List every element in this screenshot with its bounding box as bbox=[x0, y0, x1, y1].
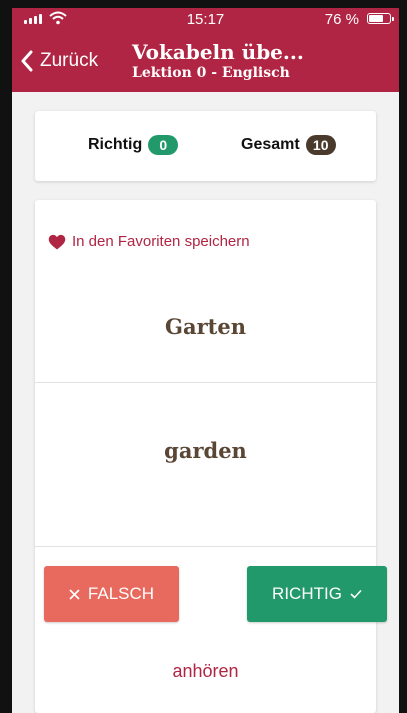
listen-button[interactable]: anhören bbox=[35, 661, 376, 682]
page-title: Vokabeln übe... bbox=[132, 40, 304, 64]
card-divider bbox=[35, 382, 376, 383]
battery-fill bbox=[369, 15, 384, 22]
total-score: Gesamt 10 bbox=[241, 135, 336, 155]
total-count-badge: 10 bbox=[305, 135, 336, 155]
answer-word: garden bbox=[164, 438, 247, 463]
right-button[interactable]: RICHTIG bbox=[247, 566, 387, 622]
header-titles: Vokabeln übe... Lektion 0 - Englisch bbox=[132, 40, 304, 82]
wrong-label: FALSCH bbox=[87, 584, 155, 603]
score-card: Richtig 0 Gesamt 10 bbox=[35, 111, 376, 181]
back-label: Zurück bbox=[40, 50, 99, 71]
right-label: RICHTIG bbox=[272, 584, 342, 603]
battery-percentage: 76 % bbox=[324, 11, 359, 28]
close-icon bbox=[69, 588, 80, 600]
favorite-label: In den Favoriten speichern bbox=[72, 233, 250, 250]
correct-count-badge: 0 bbox=[148, 135, 179, 155]
total-label: Gesamt bbox=[241, 136, 300, 153]
status-bar: 15:17 76 % bbox=[12, 8, 399, 30]
question-word: Garten bbox=[165, 314, 246, 339]
page-subtitle: Lektion 0 - Englisch bbox=[132, 65, 290, 81]
battery-icon bbox=[367, 13, 394, 24]
battery-nub bbox=[392, 17, 394, 21]
heart-icon bbox=[48, 234, 66, 249]
check-icon bbox=[350, 589, 362, 599]
chevron-left-icon bbox=[21, 50, 33, 72]
correct-score: Richtig 0 bbox=[88, 135, 179, 155]
correct-label: Richtig bbox=[88, 136, 143, 153]
favorite-button[interactable]: In den Favoriten speichern bbox=[48, 233, 250, 250]
app-screen: 15:17 76 % Zurück Vokabeln übe... Lektio… bbox=[12, 8, 399, 713]
card-divider bbox=[35, 546, 376, 547]
app-header: 15:17 76 % Zurück Vokabeln übe... Lektio… bbox=[12, 8, 399, 92]
back-button[interactable]: Zurück bbox=[20, 50, 98, 72]
wrong-button[interactable]: FALSCH bbox=[44, 566, 179, 622]
